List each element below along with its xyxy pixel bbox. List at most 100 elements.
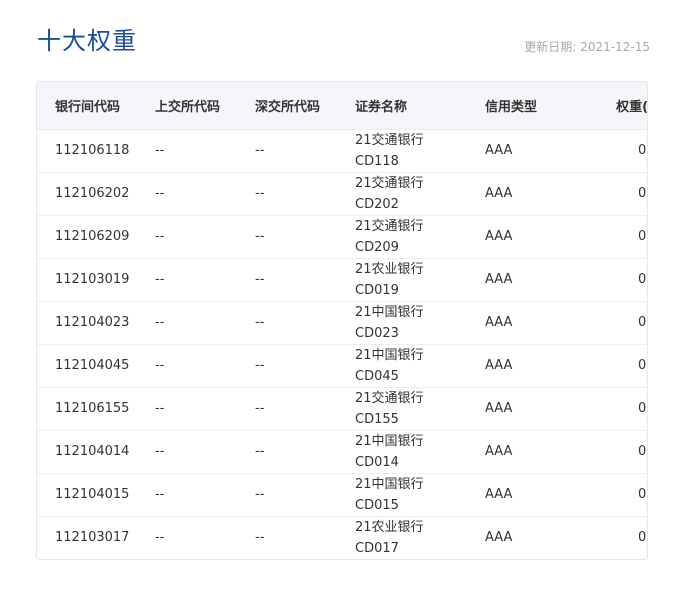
security-name-line2: CD118 (355, 153, 399, 169)
column-header-szse-code: 深交所代码 (255, 82, 355, 130)
szse-code-cell: -- (255, 300, 355, 344)
security-name-cell: 21交通银行 CD155 (355, 386, 485, 430)
interbank-code-cell: 112106209 (37, 214, 155, 258)
security-name-line2: CD209 (355, 239, 399, 255)
sse-code-cell: -- (155, 300, 255, 344)
weight-cell: 0.25 (547, 257, 647, 301)
sse-code-cell: -- (155, 257, 255, 301)
interbank-code-cell: 112106155 (37, 386, 155, 430)
interbank-code-cell: 112104023 (37, 300, 155, 344)
security-name-line1: 21交通银行 (355, 390, 424, 406)
table-row: 112106202 -- -- 21交通银行 CD202 AAA 0.25 (37, 171, 647, 215)
weight-cell: 0.25 (547, 171, 647, 215)
sse-code-cell: -- (155, 171, 255, 215)
credit-type-cell: AAA (485, 343, 547, 387)
sse-code-cell: -- (155, 429, 255, 473)
column-header-weight: 权重(%) (547, 82, 647, 130)
page-title: 十大权重 (37, 27, 137, 55)
szse-code-cell: -- (255, 143, 265, 158)
table-row: 112103019 -- -- 21农业银行 CD019 AAA 0.25 (37, 257, 647, 301)
column-header-security-name: 证券名称 (355, 82, 485, 130)
security-name-cell: 21农业银行 CD017 (355, 515, 485, 559)
security-name-cell: 21中国银行 CD045 (355, 343, 485, 387)
security-name-cell: 21中国银行 CD023 (355, 300, 485, 344)
sse-code-cell: -- (155, 143, 165, 158)
table-row: 112103017 -- -- 21农业银行 CD017 AAA 0.23 (37, 515, 647, 559)
column-header-interbank-code: 银行间代码 (37, 82, 155, 130)
security-name-line2: CD045 (355, 368, 399, 384)
update-date-info: 更新日期: 2021-12-15 (524, 39, 650, 55)
credit-type-cell: AAA (485, 515, 547, 559)
table-header-row: 银行间代码 上交所代码 深交所代码 证券名称 信用类型 权重(%) (37, 82, 647, 130)
interbank-code-cell: 112103019 (37, 257, 155, 301)
sse-code-cell: -- (155, 472, 255, 516)
interbank-code-cell: 112104015 (37, 472, 155, 516)
interbank-code-cell: 112106202 (37, 171, 155, 215)
interbank-code-cell: 112104045 (37, 343, 155, 387)
sse-code-cell: -- (155, 386, 255, 430)
weight-cell: 0.26 (638, 143, 647, 158)
credit-type-cell: AAA (485, 171, 547, 215)
security-name-line2: CD019 (355, 282, 399, 298)
security-name-cell: 21中国银行 CD014 (355, 429, 485, 473)
security-name-line1: 21交通银行 (355, 132, 424, 148)
interbank-code-cell: 112103017 (37, 515, 155, 559)
security-name-cell: 21中国银行 CD015 (355, 472, 485, 516)
weight-cell: 0.25 (547, 300, 647, 344)
security-name-line1: 21农业银行 (355, 261, 424, 277)
top-holdings-table: 银行间代码 上交所代码 深交所代码 证券名称 信用类型 权重(%) 112106… (36, 81, 648, 560)
szse-code-cell: -- (255, 429, 355, 473)
column-header-credit-type: 信用类型 (485, 82, 547, 130)
update-date-label: 更新日期: (524, 40, 577, 54)
security-name-cell: 21交通银行 CD209 (355, 214, 485, 258)
weight-cell: 0.23 (547, 515, 647, 559)
update-date-value: 2021-12-15 (580, 40, 650, 54)
sse-code-cell: -- (155, 214, 255, 258)
security-name-line1: 21中国银行 (355, 347, 424, 363)
credit-type-cell: AAA (485, 429, 547, 473)
table-row: 112104014 -- -- 21中国银行 CD014 AAA 0.25 (37, 429, 647, 473)
interbank-code-cell: 112106118 (55, 143, 130, 158)
szse-code-cell: -- (255, 515, 355, 559)
security-name-line1: 21中国银行 (355, 304, 424, 320)
weight-cell: 0.25 (547, 386, 647, 430)
szse-code-cell: -- (255, 171, 355, 215)
weight-cell: 0.25 (547, 429, 647, 473)
security-name-cell: 21交通银行 CD202 (355, 171, 485, 215)
table-row: 112104045 -- -- 21中国银行 CD045 AAA 0.25 (37, 343, 647, 387)
credit-type-cell: AAA (485, 214, 547, 258)
column-header-sse-code: 上交所代码 (155, 82, 255, 130)
szse-code-cell: -- (255, 214, 355, 258)
table-row: 112104023 -- -- 21中国银行 CD023 AAA 0.25 (37, 300, 647, 344)
weight-cell: 0.25 (547, 343, 647, 387)
credit-type-cell: AAA (485, 386, 547, 430)
security-name-line1: 21交通银行 (355, 218, 424, 234)
security-name-line1: 21农业银行 (355, 519, 424, 535)
szse-code-cell: -- (255, 257, 355, 301)
security-name-cell: 21农业银行 CD019 (355, 257, 485, 301)
security-name-cell: 21交通银行 CD118 (355, 129, 485, 172)
page-header: 十大权重 更新日期: 2021-12-15 (0, 0, 689, 82)
security-name-line2: CD017 (355, 540, 399, 556)
szse-code-cell: -- (255, 343, 355, 387)
security-name-line2: CD015 (355, 497, 399, 513)
credit-type-cell: AAA (485, 257, 547, 301)
table-row: 112106209 -- -- 21交通银行 CD209 AAA 0.25 (37, 214, 647, 258)
security-name-line2: CD155 (355, 411, 399, 427)
security-name-line2: CD014 (355, 454, 399, 470)
security-name-line1: 21交通银行 (355, 175, 424, 191)
credit-type-cell: AAA (485, 472, 547, 516)
weight-cell: 0.24 (547, 472, 647, 516)
table-row: 112106118 -- -- 21交通银行 CD118 AAA 0.26 (37, 129, 647, 172)
sse-code-cell: -- (155, 343, 255, 387)
interbank-code-cell: 112104014 (37, 429, 155, 473)
sse-code-cell: -- (155, 515, 255, 559)
credit-type-cell: AAA (485, 143, 513, 158)
security-name-line2: CD023 (355, 325, 399, 341)
credit-type-cell: AAA (485, 300, 547, 344)
security-name-line1: 21中国银行 (355, 433, 424, 449)
weight-cell: 0.25 (547, 214, 647, 258)
szse-code-cell: -- (255, 472, 355, 516)
security-name-line1: 21中国银行 (355, 476, 424, 492)
table-row: 112104015 -- -- 21中国银行 CD015 AAA 0.24 (37, 472, 647, 516)
